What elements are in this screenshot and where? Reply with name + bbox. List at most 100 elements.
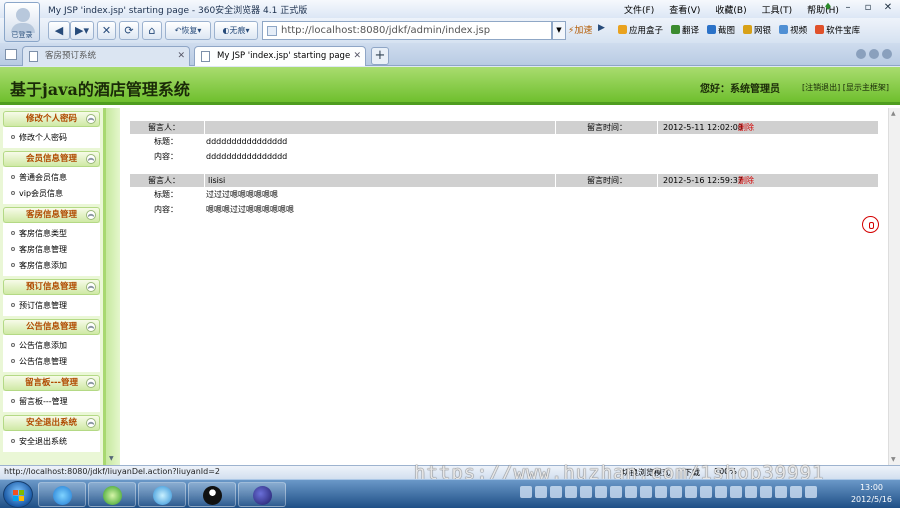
tab-next-icon[interactable] <box>869 49 879 59</box>
sidebar-item-logout[interactable]: 安全退出系统 <box>3 434 100 450</box>
restore-button[interactable]: ↶恢复▾ <box>165 21 211 40</box>
refresh-button[interactable]: ⟳ <box>119 21 139 40</box>
close-button[interactable]: ✕ <box>882 2 894 13</box>
tray-icon[interactable] <box>685 486 697 498</box>
system-clock[interactable]: 13:00 2012/5/16 <box>851 482 892 506</box>
sidebar-toggle-icon[interactable] <box>5 49 17 60</box>
scroll-up-icon[interactable]: ▲ <box>891 110 896 117</box>
video-tool[interactable]: 视频 <box>779 24 807 36</box>
back-button[interactable]: ◀ <box>48 21 70 40</box>
section-title: 公告信息管理 <box>25 322 77 332</box>
go-button[interactable]: ▶ <box>598 23 605 33</box>
sidebar-item-guestbook-manage[interactable]: 留言板---管理 <box>3 394 100 410</box>
scroll-down-icon[interactable]: ▼ <box>109 455 117 463</box>
header-links[interactable]: [注销退出] [显示主框架] <box>802 82 889 93</box>
tray-icon[interactable] <box>625 486 637 498</box>
skin-icon[interactable]: ♦ <box>822 2 834 13</box>
address-dropdown-button[interactable]: ▼ <box>552 21 566 40</box>
sidebar-item-room-types[interactable]: 客房信息类型 <box>3 226 100 242</box>
vertical-scrollbar[interactable]: ▲ ▼ <box>888 108 900 465</box>
chevron-up-icon[interactable]: ︽ <box>86 418 96 428</box>
bank-tool[interactable]: 网银 <box>743 24 771 36</box>
sidebar-section-members[interactable]: 会员信息管理 ︽ <box>3 151 100 167</box>
tray-icon[interactable] <box>700 486 712 498</box>
tray-icon[interactable] <box>640 486 652 498</box>
tray-icon[interactable] <box>565 486 577 498</box>
delete-link[interactable]: 删除 <box>738 174 754 188</box>
chevron-up-icon[interactable]: ︽ <box>86 114 96 124</box>
tray-icon[interactable] <box>535 486 547 498</box>
sidebar-section-rooms[interactable]: 客房信息管理 ︽ <box>3 207 100 223</box>
taskbar-360-browser[interactable] <box>88 482 136 507</box>
tray-icon[interactable] <box>745 486 757 498</box>
taskbar-360-safe[interactable] <box>138 482 186 507</box>
tray-icon[interactable] <box>610 486 622 498</box>
forward-button[interactable]: ▶▾ <box>70 21 94 40</box>
chevron-up-icon[interactable]: ︽ <box>86 282 96 292</box>
delete-link[interactable]: 删除 <box>738 121 754 135</box>
tray-icon[interactable] <box>790 486 802 498</box>
chevron-up-icon[interactable]: ︽ <box>86 210 96 220</box>
sidebar-section-notices[interactable]: 公告信息管理 ︽ <box>3 319 100 335</box>
sidebar-item-change-password[interactable]: 修改个人密码 <box>3 130 100 146</box>
chevron-up-icon[interactable]: ︽ <box>86 154 96 164</box>
time-label: 留言时间： <box>587 176 627 185</box>
incognito-button[interactable]: ◐无痕▾ <box>214 21 258 40</box>
app-box-tool[interactable]: 应用盒子 <box>618 24 663 36</box>
tray-icon[interactable] <box>670 486 682 498</box>
tray-icon[interactable] <box>715 486 727 498</box>
accelerate-button[interactable]: ⚡加速 <box>568 23 592 36</box>
frame-splitter[interactable]: ▼ <box>106 108 120 465</box>
sidebar-item-notice-add[interactable]: 公告信息添加 <box>3 338 100 354</box>
sidebar-item-room-add[interactable]: 客房信息添加 <box>3 258 100 274</box>
user-avatar[interactable]: 已登录 <box>4 2 40 42</box>
taskbar-eclipse[interactable] <box>238 482 286 507</box>
sidebar-section-bookings[interactable]: 预订信息管理 ︽ <box>3 279 100 295</box>
menu-file[interactable]: 文件(F) <box>624 3 654 16</box>
translate-tool[interactable]: 翻译 <box>671 24 699 36</box>
tab-index-jsp[interactable]: My JSP 'index.jsp' starting page ✕ <box>194 46 366 66</box>
chevron-up-icon[interactable]: ︽ <box>86 378 96 388</box>
new-tab-button[interactable]: + <box>371 47 389 65</box>
address-bar[interactable]: http://localhost:8080/jdkf/admin/index.j… <box>262 21 552 40</box>
sidebar-item-regular-members[interactable]: 普通会员信息 <box>3 170 100 186</box>
sidebar-item-notice-manage[interactable]: 公告信息管理 <box>3 354 100 370</box>
menu-favorites[interactable]: 收藏(B) <box>715 3 746 16</box>
tab-list-icon[interactable] <box>882 49 892 59</box>
home-button[interactable]: ⌂ <box>142 21 162 40</box>
tray-icon[interactable] <box>730 486 742 498</box>
minimize-button[interactable]: – <box>842 2 854 13</box>
screenshot-tool[interactable]: 截图 <box>707 24 735 36</box>
incognito-label: 无痕 <box>229 26 246 35</box>
sidebar-section-password[interactable]: 修改个人密码 ︽ <box>3 111 100 127</box>
sidebar-section-guestbook[interactable]: 留言板---管理 ︽ <box>3 375 100 391</box>
sidebar-item-vip-members[interactable]: vip会员信息 <box>3 186 100 202</box>
close-tab-icon[interactable]: ✕ <box>177 47 185 65</box>
software-tool[interactable]: 软件宝库 <box>815 24 860 36</box>
taskbar-ie[interactable] <box>38 482 86 507</box>
menu-tools[interactable]: 工具(T) <box>762 3 793 16</box>
stop-button[interactable]: ✕ <box>97 21 116 40</box>
scroll-down-icon[interactable]: ▼ <box>891 456 896 463</box>
tray-icon[interactable] <box>520 486 532 498</box>
tray-icon[interactable] <box>655 486 667 498</box>
chevron-up-icon[interactable]: ︽ <box>86 322 96 332</box>
tray-icon[interactable] <box>595 486 607 498</box>
maximize-button[interactable]: ▫ <box>862 2 874 13</box>
message-entry: 留言人： lisisi 留言时间： 2012-5-16 12:59:37 删除 … <box>130 173 878 217</box>
sidebar-item-booking-manage[interactable]: 预订信息管理 <box>3 298 100 314</box>
close-tab-icon[interactable]: ✕ <box>353 47 361 65</box>
sidebar-section-logout[interactable]: 安全退出系统 ︽ <box>3 415 100 431</box>
tray-icon[interactable] <box>760 486 772 498</box>
tray-icon[interactable] <box>775 486 787 498</box>
tray-icon[interactable] <box>805 486 817 498</box>
taskbar-qq[interactable] <box>188 482 236 507</box>
tab-prev-icon[interactable] <box>856 49 866 59</box>
tray-icon[interactable] <box>580 486 592 498</box>
tab-hotel-booking[interactable]: 客房预订系统 ✕ <box>22 46 190 66</box>
menu-view[interactable]: 查看(V) <box>669 3 700 16</box>
tray-icon[interactable] <box>550 486 562 498</box>
welcome-text: 您好：系统管理员 <box>700 84 780 95</box>
sidebar-item-room-manage[interactable]: 客房信息管理 <box>3 242 100 258</box>
start-button[interactable] <box>3 481 33 508</box>
